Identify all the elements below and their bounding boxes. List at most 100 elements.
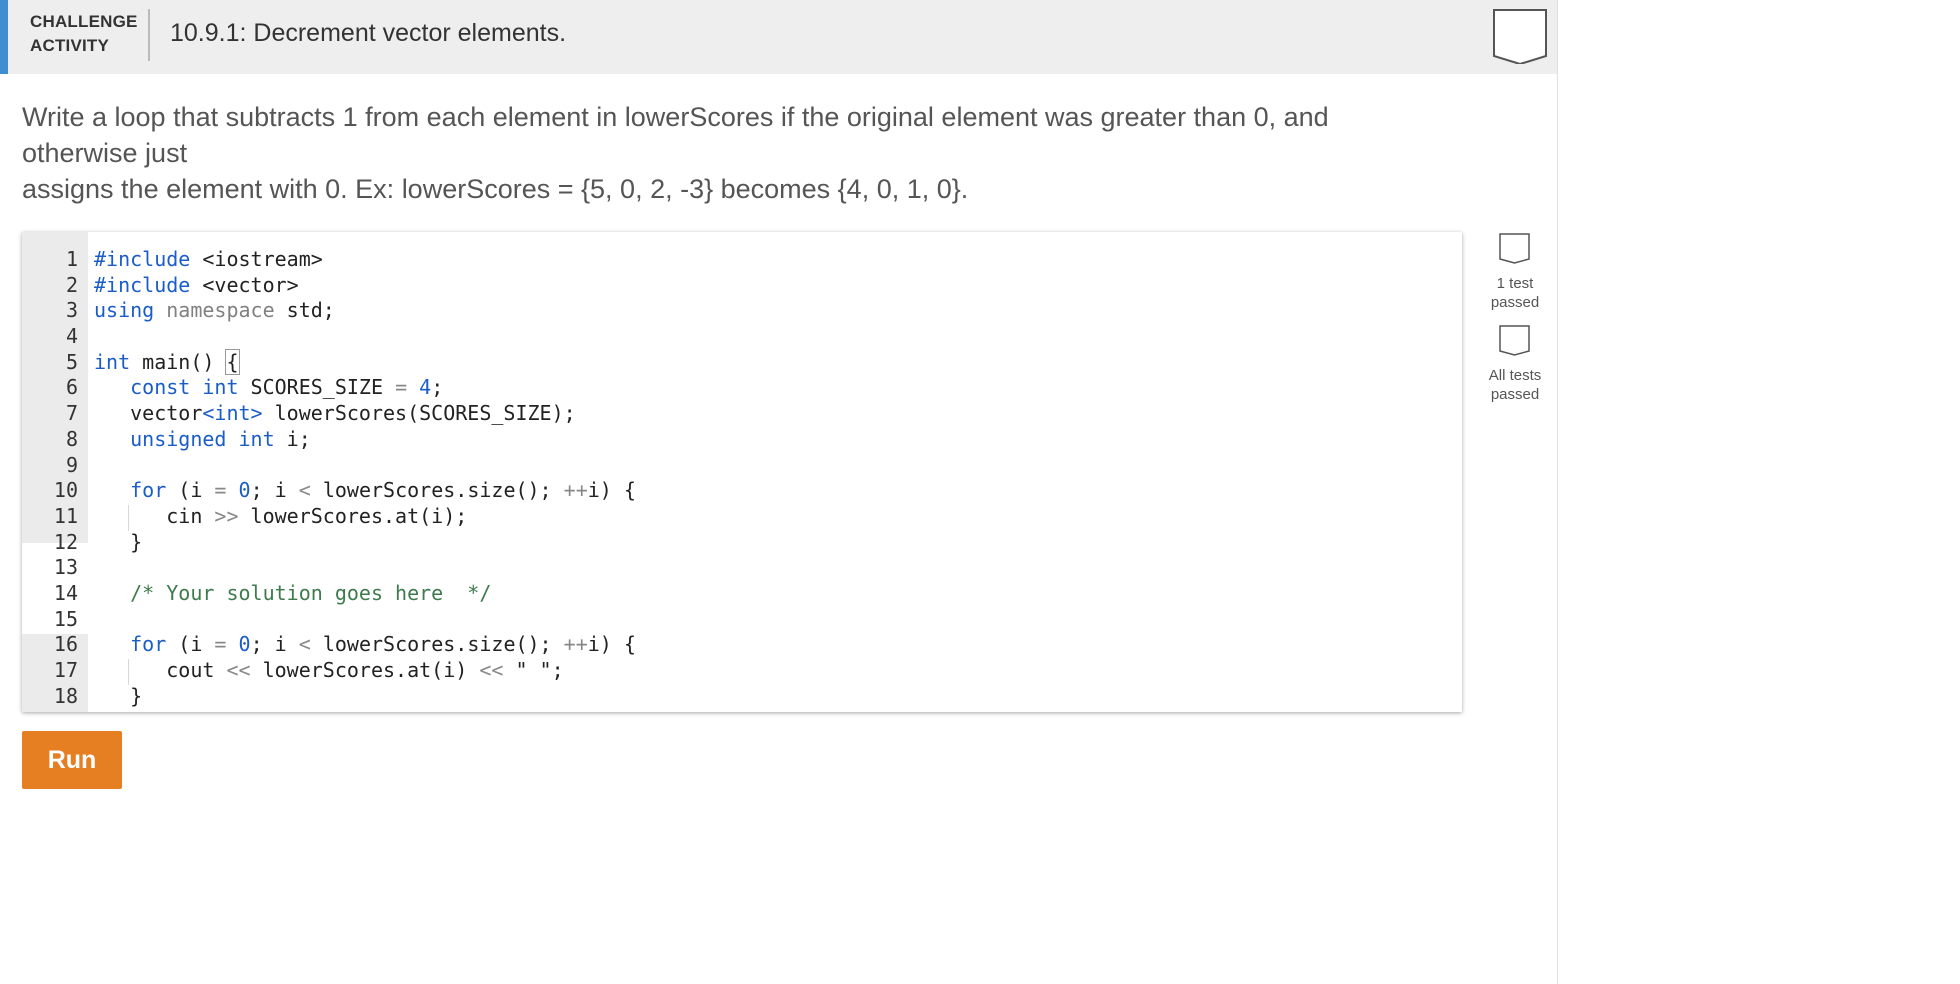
code-token: for — [130, 632, 167, 657]
test1-status: 1 test passed — [1478, 274, 1552, 312]
panel-edge — [1557, 0, 1558, 984]
code-line: 4 — [22, 324, 1462, 350]
code-token: = — [395, 375, 408, 400]
all-tests-status-line2: passed — [1490, 386, 1540, 403]
line-number: 16 — [53, 632, 78, 657]
code-line: 5 int main() { — [22, 348, 1462, 376]
code-token: lowerScores.at(i); — [238, 503, 468, 528]
activity-type-label: CHALLENGE ACTIVITY — [30, 10, 150, 58]
code-token: ; i — [250, 478, 299, 503]
code-token: <int> — [202, 401, 263, 426]
line-number: 12 — [53, 529, 78, 554]
code-line: 2 #include <vector> — [22, 273, 1462, 299]
code-line: 10 for (i = 0; i < lowerScores.size(); +… — [22, 478, 1462, 504]
code-token: < — [298, 478, 311, 503]
code-line: 12 } — [22, 530, 1462, 556]
code-token: i; — [274, 426, 311, 451]
code-token: main() — [130, 349, 227, 374]
code-token: < — [298, 632, 311, 657]
code-token: lowerScores(SCORES_SIZE); — [262, 401, 576, 426]
line-number: 18 — [53, 683, 78, 708]
code-token: int — [202, 375, 239, 400]
code-token: } — [130, 683, 143, 708]
matched-brace: { — [225, 348, 240, 375]
code-line: 1 #include <iostream> — [22, 247, 1462, 273]
line-number: 13 — [53, 555, 78, 580]
code-line: 3 using namespace std; — [22, 298, 1462, 324]
unchecked-box-icon — [1499, 233, 1530, 264]
line-number: 2 — [65, 272, 78, 297]
code-lines: 1 #include <iostream> 2 #include <vector> … — [22, 247, 1462, 709]
code-token: (i — [166, 478, 215, 503]
code-line: 6 const int SCORES_SIZE = 4; — [22, 375, 1462, 401]
code-token: i) { — [587, 632, 636, 657]
line-number: 4 — [65, 324, 78, 349]
line-number: 9 — [65, 452, 78, 477]
code-token: std; — [274, 298, 335, 323]
code-token: lowerScores.size(); — [310, 478, 564, 503]
code-token: lowerScores.size(); — [310, 632, 564, 657]
prompt-line-1: Write a loop that subtracts 1 from each … — [22, 102, 1329, 168]
code-token: ; — [551, 658, 564, 682]
code-line: 13 — [22, 555, 1462, 581]
code-token: lowerScores.at(i) — [250, 658, 480, 682]
line-number: 3 — [65, 298, 78, 323]
code-token: ++ — [563, 478, 588, 503]
code-token: #include — [94, 272, 191, 297]
code-token: } — [130, 529, 143, 554]
code-line: 7 vector<int> lowerScores(SCORES_SIZE); — [22, 401, 1462, 427]
header-divider — [148, 9, 150, 61]
code-token: namespace — [166, 298, 275, 323]
code-token: ++ — [563, 632, 588, 657]
code-line: 16 for (i = 0; i < lowerScores.size(); +… — [22, 632, 1462, 658]
code-line-editable[interactable]: 14 /* Your solution goes here */ — [22, 581, 1462, 607]
code-token: int — [94, 349, 131, 374]
code-token: vector — [130, 401, 203, 426]
all-tests-status-line1: All tests — [1488, 367, 1542, 384]
code-token: = — [214, 632, 227, 657]
line-number: 10 — [53, 478, 78, 503]
activity-type-line1: CHALLENGE — [30, 12, 138, 31]
line-number: 15 — [53, 606, 78, 631]
code-token: using — [94, 298, 155, 323]
code-token: ; i — [250, 632, 299, 657]
activity-header: CHALLENGE ACTIVITY 10.9.1: Decrement vec… — [0, 0, 1558, 74]
code-token: cin — [166, 503, 215, 528]
line-number: 1 — [65, 247, 78, 271]
code-token: << — [479, 658, 504, 682]
line-number: 7 — [65, 401, 78, 426]
code-token: const — [130, 375, 191, 400]
code-token: >> — [214, 503, 239, 528]
code-line: 18 } — [22, 684, 1462, 710]
code-token: #include — [94, 247, 191, 271]
code-token: for — [130, 478, 167, 503]
code-token: <iostream> — [190, 247, 323, 271]
code-token: ; — [431, 375, 444, 400]
code-token: <vector> — [190, 272, 299, 297]
code-token: SCORES_SIZE — [238, 375, 396, 400]
code-token: 4 — [419, 375, 432, 400]
activity-title: 10.9.1: Decrement vector elements. — [170, 19, 567, 47]
code-token: << — [226, 658, 251, 682]
code-line: 15 — [22, 607, 1462, 633]
code-token: = — [214, 478, 227, 503]
code-token: cout — [166, 658, 227, 682]
solution-placeholder-comment[interactable]: /* Your solution goes here */ — [130, 581, 491, 605]
code-token: 0 — [238, 478, 251, 503]
code-token: (i — [166, 632, 215, 657]
test1-status-line1: 1 test — [1496, 275, 1534, 292]
run-button[interactable]: Run — [22, 731, 122, 789]
code-token: int — [238, 426, 275, 451]
line-number: 5 — [65, 349, 78, 374]
code-line: 9 — [22, 453, 1462, 479]
line-number: 14 — [53, 580, 78, 605]
code-line: 8 unsigned int i; — [22, 427, 1462, 453]
line-number: 17 — [53, 658, 78, 682]
code-token: " " — [503, 658, 552, 682]
challenge-prompt: Write a loop that subtracts 1 from each … — [22, 99, 1442, 207]
all-tests-status: All tests passed — [1478, 366, 1552, 404]
code-line: 17 cout << lowerScores.at(i) << " "; — [22, 658, 1462, 684]
code-editor[interactable]: 1 #include <iostream> 2 #include <vector> … — [22, 232, 1462, 712]
line-number: 11 — [53, 503, 78, 528]
line-number: 8 — [65, 426, 78, 451]
